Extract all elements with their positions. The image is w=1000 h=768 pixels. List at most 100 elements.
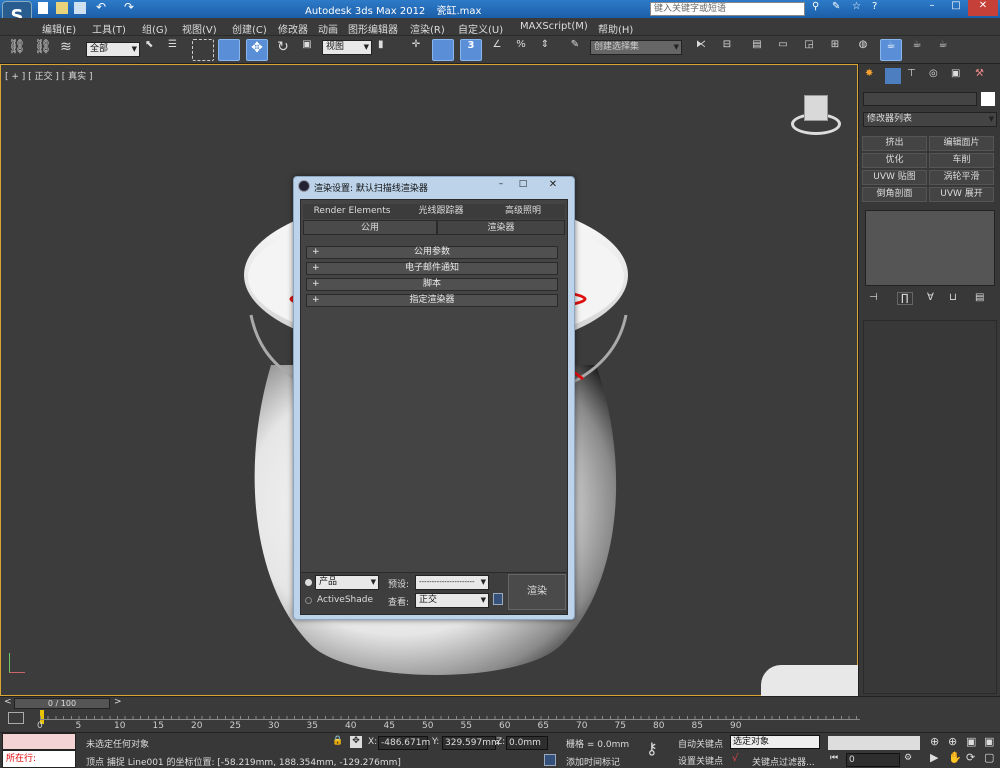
utilities-tab-icon[interactable]: ⚒: [975, 68, 984, 79]
menu-item-views[interactable]: 视图(V): [182, 21, 217, 36]
selection-filter-dropdown[interactable]: 全部: [86, 42, 140, 57]
z-coordinate-field[interactable]: 0.0mm: [506, 736, 548, 750]
menu-item-rendering[interactable]: 渲染(R): [410, 21, 445, 36]
time-tag-icon[interactable]: [544, 754, 556, 766]
key-icon[interactable]: ⚷: [646, 739, 658, 758]
track-bar-toggle-icon[interactable]: [8, 712, 24, 724]
menu-item-create[interactable]: 创建(C): [232, 21, 267, 36]
rollout-assign-renderer[interactable]: + 指定渲染器: [306, 294, 558, 307]
reference-coordinate-dropdown[interactable]: 视图: [322, 40, 372, 55]
menu-item-customize[interactable]: 自定义(U): [458, 21, 503, 36]
rendered-frame-window-icon[interactable]: ☕: [906, 39, 928, 61]
select-move-icon[interactable]: ✥: [246, 39, 268, 61]
maximize-viewport-icon[interactable]: ▢: [984, 751, 994, 764]
lock-view-icon[interactable]: [493, 593, 503, 605]
configure-modifier-sets-icon[interactable]: ▤: [975, 292, 984, 303]
time-slider[interactable]: < 0 / 100 >: [0, 696, 1000, 710]
open-file-icon[interactable]: [56, 2, 68, 14]
edit-named-selection-icon[interactable]: ✎: [564, 39, 586, 61]
tools-icon[interactable]: ✎: [832, 1, 840, 12]
manipulate-icon[interactable]: ✛: [405, 39, 427, 61]
absolute-mode-icon[interactable]: ✥: [350, 736, 362, 748]
time-config-icon[interactable]: ⚙: [904, 753, 912, 763]
viewcube-box[interactable]: [804, 95, 828, 121]
key-filters-button[interactable]: 关键点过滤器...: [752, 755, 815, 768]
pan-view-icon[interactable]: ✋: [948, 751, 962, 764]
maxscript-mini-listener[interactable]: [2, 733, 76, 750]
layer-manager-icon[interactable]: ▤: [746, 39, 768, 61]
percent-snap-icon[interactable]: %: [510, 39, 532, 61]
remove-modifier-icon[interactable]: ⊔: [949, 292, 957, 303]
menu-item-maxscript[interactable]: MAXScript(M): [520, 21, 588, 32]
x-coordinate-field[interactable]: -486.671m: [378, 736, 430, 750]
menu-item-edit[interactable]: 编辑(E): [42, 21, 76, 36]
modifier-optimize-button[interactable]: 优化: [862, 153, 927, 168]
product-dropdown[interactable]: 产品: [315, 575, 379, 590]
object-color-swatch[interactable]: [981, 92, 995, 106]
close-icon[interactable]: ✕: [968, 0, 998, 16]
select-rotate-icon[interactable]: ↻: [272, 39, 294, 61]
track-bar[interactable]: 0 5 10 15 20 25 30 35 40 45 50 55 60 65 70 75 80 85 90: [0, 710, 1000, 732]
go-to-start-icon[interactable]: ⏮: [830, 753, 838, 763]
align-icon[interactable]: ⊟: [716, 39, 738, 61]
select-by-name-icon[interactable]: ☰: [168, 39, 190, 61]
radio-activeshade[interactable]: [305, 597, 312, 604]
tab-renderer[interactable]: 渲染器: [437, 220, 565, 235]
pivot-center-icon[interactable]: ▮: [378, 39, 400, 61]
modifier-stack[interactable]: [865, 210, 995, 286]
dialog-close-icon[interactable]: ✕: [538, 179, 568, 191]
binoculars-icon[interactable]: ⚲: [812, 1, 819, 12]
undo-icon[interactable]: ↶: [96, 0, 106, 14]
maxscript-mini-listener-output[interactable]: 所在行:: [2, 750, 76, 768]
orbit-icon[interactable]: ⟳: [966, 751, 975, 764]
schematic-view-icon[interactable]: ⊞: [824, 39, 846, 61]
zoom-icon[interactable]: ⊕: [930, 735, 939, 748]
menu-item-help[interactable]: 帮助(H): [598, 21, 633, 36]
time-slider-next-icon[interactable]: >: [114, 697, 122, 707]
menu-item-modifiers[interactable]: 修改器: [278, 21, 308, 36]
selected-object-dropdown[interactable]: 选定对象: [730, 735, 820, 749]
bind-space-warp-icon[interactable]: ≋: [60, 39, 82, 61]
menu-item-animation[interactable]: 动画: [318, 21, 338, 36]
rectangular-selection-icon[interactable]: [192, 39, 214, 61]
render-production-icon[interactable]: ☕: [932, 39, 954, 61]
material-editor-icon[interactable]: ◍: [852, 39, 874, 61]
view-dropdown[interactable]: 正交: [415, 593, 489, 608]
save-file-icon[interactable]: [74, 2, 86, 14]
modify-tab-icon[interactable]: [885, 68, 901, 84]
modifier-turbosmooth-button[interactable]: 涡轮平滑: [929, 170, 994, 185]
search-input[interactable]: 键入关键字或短语: [650, 2, 805, 16]
modifier-edit-patch-button[interactable]: 编辑面片: [929, 136, 994, 151]
select-object-icon[interactable]: ⬉: [145, 39, 167, 61]
tab-raytracer[interactable]: 光线跟踪器: [401, 204, 481, 219]
new-file-icon[interactable]: [38, 2, 48, 14]
preset-dropdown[interactable]: ----------------------: [415, 575, 489, 590]
curve-icon[interactable]: √: [732, 753, 738, 764]
selection-lock-icon[interactable]: 🔒: [332, 736, 343, 746]
rollout-email-notifications[interactable]: + 电子邮件通知: [306, 262, 558, 275]
menu-item-group[interactable]: 组(G): [142, 21, 168, 36]
zoom-all-icon[interactable]: ⊕: [948, 735, 957, 748]
time-slider-prev-icon[interactable]: <: [4, 697, 12, 707]
menu-item-tools[interactable]: 工具(T): [92, 21, 126, 36]
field-of-view-icon[interactable]: ▶: [930, 751, 938, 764]
y-coordinate-field[interactable]: 329.597mm: [442, 736, 500, 750]
tab-render-elements[interactable]: Render Elements: [303, 204, 401, 219]
redo-icon[interactable]: ↷: [124, 0, 134, 14]
auto-key-button[interactable]: 自动关键点: [678, 737, 723, 750]
render-button[interactable]: 渲染: [508, 574, 566, 610]
mirror-icon[interactable]: ⧔: [690, 39, 712, 61]
graphite-ribbon-icon[interactable]: ▭: [772, 39, 794, 61]
link-icon[interactable]: ⛓: [8, 39, 30, 61]
pin-stack-icon[interactable]: ⊣: [869, 292, 878, 303]
tab-advanced-lighting[interactable]: 高级照明: [481, 204, 565, 219]
viewport-label[interactable]: [ + ] [ 正交 ] [ 真实 ]: [5, 69, 93, 82]
display-tab-icon[interactable]: ▣: [951, 68, 960, 79]
modifier-bevel-profile-button[interactable]: 倒角剖面: [862, 187, 927, 202]
dialog-minimize-icon[interactable]: –: [490, 179, 512, 191]
render-setup-icon[interactable]: ☕: [880, 39, 902, 61]
help-icon[interactable]: ?: [872, 1, 877, 12]
viewcube[interactable]: [791, 93, 841, 137]
make-unique-icon[interactable]: ∀: [927, 292, 934, 303]
spinner-snap-icon[interactable]: ⇕: [534, 39, 556, 61]
